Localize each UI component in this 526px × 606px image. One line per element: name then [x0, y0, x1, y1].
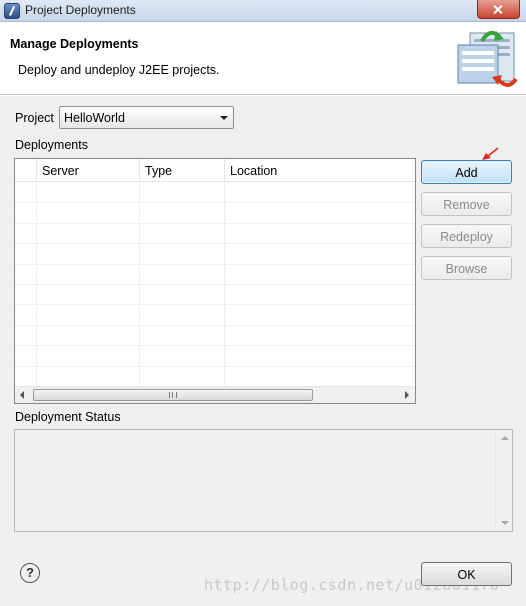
- table-row[interactable]: [15, 203, 415, 224]
- table-cell: [37, 284, 140, 305]
- table-row[interactable]: [15, 284, 415, 306]
- window-close-button[interactable]: [477, 0, 520, 19]
- remove-button[interactable]: Remove: [421, 192, 512, 216]
- table-cell: [225, 367, 415, 386]
- table-body: [15, 183, 415, 387]
- chevron-down-icon: [220, 116, 228, 120]
- table-cell: [37, 366, 140, 386]
- table-cell: [225, 183, 415, 202]
- scroll-down-icon[interactable]: [501, 521, 509, 525]
- window-title: Project Deployments: [25, 3, 136, 17]
- table-header: Server Type Location: [15, 159, 415, 182]
- column-header-select[interactable]: [15, 159, 37, 182]
- scroll-right-icon[interactable]: [405, 391, 409, 399]
- banner-title: Manage Deployments: [10, 37, 139, 51]
- table-cell: [15, 284, 37, 305]
- table-cell: [37, 244, 140, 264]
- add-button[interactable]: Add: [421, 160, 512, 184]
- deployment-server-icon: [457, 30, 518, 87]
- table-cell: [37, 325, 140, 346]
- deployment-status-text[interactable]: [14, 429, 513, 532]
- table-row[interactable]: [15, 183, 415, 204]
- table-cell: [140, 264, 225, 284]
- table-cell: [37, 183, 140, 203]
- table-row[interactable]: [15, 325, 415, 347]
- table-cell: [140, 346, 225, 366]
- ok-button[interactable]: OK: [421, 562, 512, 586]
- table-cell: [140, 183, 225, 203]
- vertical-scrollbar[interactable]: [495, 430, 512, 531]
- table-cell: [225, 346, 415, 365]
- table-cell: [15, 244, 37, 264]
- table-cell: [140, 223, 225, 244]
- table-cell: [140, 325, 225, 346]
- table-cell: [15, 183, 37, 203]
- table-cell: [225, 285, 415, 304]
- scrollbar-thumb[interactable]: [33, 389, 313, 401]
- horizontal-scrollbar[interactable]: [15, 386, 415, 403]
- table-cell: [37, 305, 140, 325]
- deployments-label: Deployments: [15, 138, 88, 152]
- column-header-location[interactable]: Location: [225, 159, 415, 182]
- project-label: Project: [15, 111, 54, 125]
- table-cell: [140, 305, 225, 325]
- table-row[interactable]: [15, 305, 415, 326]
- annotation-arrow-icon: [482, 147, 499, 160]
- table-cell: [225, 326, 415, 345]
- column-header-type[interactable]: Type: [140, 159, 225, 182]
- table-row[interactable]: [15, 346, 415, 367]
- table-cell: [140, 244, 225, 264]
- dialog-banner: Manage Deployments Deploy and undeploy J…: [0, 23, 526, 95]
- table-cell: [15, 203, 37, 223]
- table-cell: [37, 264, 140, 284]
- table-cell: [15, 305, 37, 325]
- table-cell: [15, 264, 37, 284]
- column-header-server[interactable]: Server: [37, 159, 140, 182]
- table-cell: [140, 203, 225, 223]
- project-select-value: HelloWorld: [64, 111, 125, 125]
- table-cell: [37, 346, 140, 366]
- redeploy-button[interactable]: Redeploy: [421, 224, 512, 248]
- title-bar: Project Deployments: [0, 0, 526, 22]
- table-row[interactable]: [15, 366, 415, 387]
- table-cell: [225, 203, 415, 222]
- table-row[interactable]: [15, 244, 415, 265]
- deployments-table[interactable]: Server Type Location: [14, 158, 416, 404]
- help-icon[interactable]: ?: [20, 563, 40, 583]
- table-cell: [15, 223, 37, 244]
- scroll-up-icon[interactable]: [501, 436, 509, 440]
- table-cell: [37, 223, 140, 244]
- table-row[interactable]: [15, 264, 415, 285]
- table-cell: [225, 224, 415, 243]
- table-cell: [140, 284, 225, 305]
- table-cell: [15, 346, 37, 366]
- table-cell: [15, 325, 37, 346]
- table-cell: [225, 305, 415, 324]
- eclipse-app-icon: [4, 3, 20, 19]
- table-cell: [140, 366, 225, 386]
- table-cell: [37, 203, 140, 223]
- grip-icon: [169, 392, 177, 398]
- deployment-status-label: Deployment Status: [15, 410, 121, 424]
- table-cell: [225, 265, 415, 284]
- table-row[interactable]: [15, 223, 415, 245]
- table-cell: [225, 244, 415, 263]
- table-cell: [15, 366, 37, 386]
- scroll-left-icon[interactable]: [20, 391, 24, 399]
- banner-description: Deploy and undeploy J2EE projects.: [18, 63, 220, 77]
- browse-button[interactable]: Browse: [421, 256, 512, 280]
- dialog-content: Project HelloWorld Deployments Server Ty…: [0, 96, 526, 606]
- project-select[interactable]: HelloWorld: [59, 106, 234, 129]
